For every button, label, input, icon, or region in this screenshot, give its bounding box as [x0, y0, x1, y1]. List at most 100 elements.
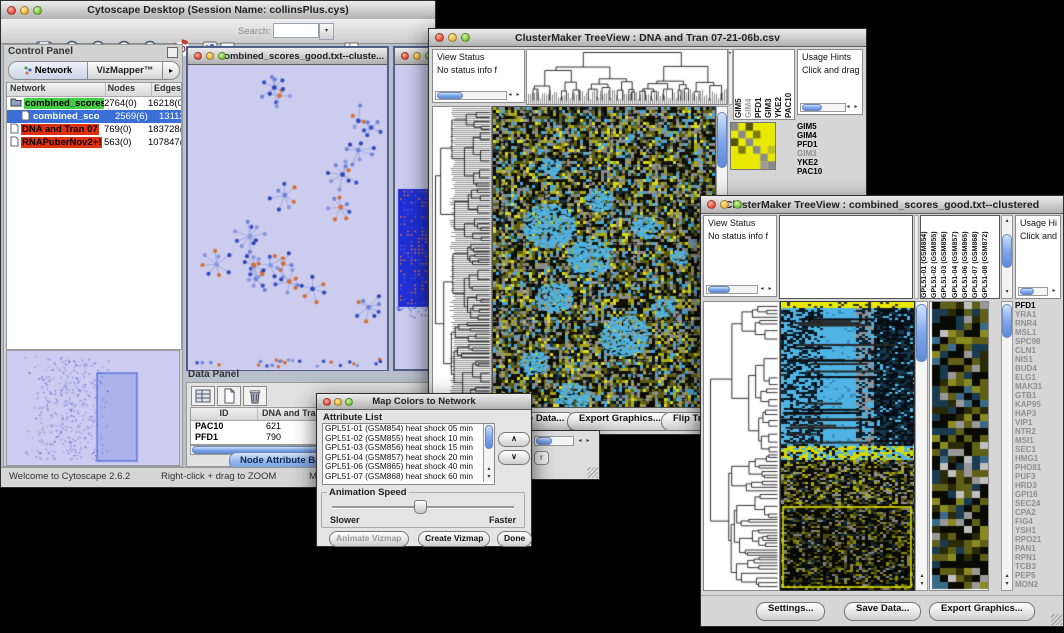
speed-slider-thumb[interactable] [414, 500, 427, 514]
column-dendrogram[interactable] [526, 49, 728, 105]
minimize-icon[interactable] [448, 33, 457, 42]
export-graphics-button[interactable]: Export Graphics... [929, 602, 1035, 621]
settings-button[interactable]: Settings... [756, 602, 825, 621]
scroll-down-icon[interactable]: ▾ [1003, 581, 1011, 588]
move-down-button[interactable]: ∨ [498, 450, 530, 465]
network-overview-thumbnail[interactable] [6, 350, 180, 466]
zoom-window-icon[interactable] [733, 200, 742, 209]
gene-list-scrollbar[interactable]: ▴ ▾ [1001, 301, 1013, 591]
attribute-list-item[interactable]: GPL51-07 (GSM868) heat shock 60 min [323, 472, 494, 482]
trash-icon[interactable] [243, 386, 267, 406]
usage-hints-scrollbar[interactable] [1018, 287, 1048, 296]
view-status-scrollbar[interactable] [706, 285, 758, 294]
scroll-left-icon[interactable]: ◂ [844, 104, 852, 111]
close-icon[interactable] [7, 6, 16, 15]
view-status-scrollbar[interactable] [435, 91, 507, 100]
tab-network-label: Network [35, 65, 72, 76]
close-icon[interactable] [323, 398, 331, 406]
move-up-button[interactable]: ∧ [498, 432, 530, 447]
network-canvas-2[interactable] [395, 65, 432, 370]
id-column-header[interactable]: ID [191, 408, 258, 420]
attribute-list[interactable]: GPL51-01 (GSM854) heat shock 05 minGPL51… [322, 423, 495, 485]
main-titlebar[interactable]: Cytoscape Desktop (Session Name: collins… [1, 1, 435, 20]
minimize-icon[interactable] [413, 52, 421, 60]
scroll-left-icon[interactable]: ◂ [758, 286, 766, 293]
col-network[interactable]: Network [7, 83, 106, 96]
scroll-right-icon[interactable]: ▸ [1050, 288, 1058, 295]
tab-overflow-button[interactable]: ▸ [163, 62, 179, 79]
minimize-icon[interactable] [334, 398, 342, 406]
resize-grip-icon[interactable] [587, 467, 598, 478]
network-canvas[interactable] [188, 65, 387, 370]
heatmap[interactable] [780, 301, 915, 591]
done-button[interactable]: Done [497, 531, 532, 547]
fragment-button[interactable]: r [534, 451, 549, 465]
gene-label: HAP3 [1015, 409, 1061, 418]
scroll-up-icon[interactable]: ▴ [485, 466, 493, 473]
gene-label: PAC10 [797, 167, 861, 176]
table-icon[interactable] [191, 386, 215, 406]
network-tree-row[interactable]: RNAPuberNov2+!563(0)107847(0) [7, 136, 181, 149]
zoom-window-icon[interactable] [461, 33, 470, 42]
gene-label: RNR4 [1015, 319, 1061, 328]
zoom-window-icon[interactable] [218, 52, 226, 60]
search-input[interactable] [273, 23, 319, 38]
edges-count: 13112(15) [159, 111, 182, 122]
column-labels-scrollbar[interactable]: ▴ ▾ [1001, 215, 1013, 299]
search-dropdown-icon[interactable]: ▾ [319, 23, 334, 40]
row-dendrogram[interactable] [703, 301, 780, 591]
control-panel-title: Control Panel [8, 46, 73, 57]
network-tree-row[interactable]: combined_sco2569(6)13112(15) [7, 110, 181, 123]
close-icon[interactable] [194, 52, 202, 60]
network-tree-row[interactable]: combined_scores2764(0)16218(0) [7, 97, 181, 110]
window-controls[interactable] [7, 1, 42, 19]
save-data-button[interactable]: Save Data... [844, 602, 921, 621]
network-name-cell[interactable]: DNA and Tran 07 [7, 123, 104, 137]
col-nodes[interactable]: Nodes [106, 83, 152, 96]
scroll-down-icon[interactable]: ▾ [485, 474, 493, 481]
heatmap-vscrollbar[interactable]: ▴ ▾ [915, 301, 928, 591]
scroll-right-icon[interactable]: ▸ [852, 104, 860, 111]
close-icon[interactable] [435, 33, 444, 42]
float-panel-icon[interactable] [167, 47, 178, 58]
scroll-right-icon[interactable]: ▸ [584, 438, 592, 445]
pan-strip[interactable] [914, 215, 919, 299]
row-dendrogram[interactable] [432, 106, 492, 408]
fragment-scrollbar[interactable] [534, 436, 574, 446]
new-document-icon[interactable] [217, 386, 241, 406]
attribute-list-scrollbar[interactable]: ▴ ▾ [483, 424, 494, 482]
tab-network[interactable]: Network [9, 62, 88, 79]
minimize-icon[interactable] [206, 52, 214, 60]
network-table-header[interactable]: Network Nodes Edges [7, 83, 181, 97]
zoom-heatmap[interactable] [929, 301, 989, 591]
minimize-icon[interactable] [720, 200, 729, 209]
minimize-icon[interactable] [20, 6, 29, 15]
view-status-text: No status info f [704, 229, 776, 242]
scroll-down-icon[interactable]: ▾ [1003, 289, 1011, 296]
network-tree-row[interactable]: DNA and Tran 07769(0)183728(0) [7, 123, 181, 136]
scroll-up-icon[interactable]: ▴ [1003, 573, 1011, 580]
close-icon[interactable] [401, 52, 409, 60]
create-vizmap-button[interactable]: Create Vizmap [418, 531, 490, 547]
tab-vizmapper[interactable]: VizMapper™ [88, 62, 163, 79]
scroll-up-icon[interactable]: ▴ [918, 573, 926, 580]
network-name-cell[interactable]: combined_sco [7, 110, 115, 124]
zoom-window-icon[interactable] [33, 6, 42, 15]
zoom-window-icon[interactable] [345, 398, 353, 406]
network-name-cell[interactable]: combined_scores [7, 97, 104, 110]
scroll-left-icon[interactable]: ◂ [506, 92, 514, 99]
cluster-thumbnail[interactable] [730, 122, 776, 170]
scroll-left-icon[interactable]: ◂ [576, 438, 584, 445]
animate-vizmap-button[interactable]: Animate Vizmap [329, 531, 409, 547]
scroll-right-icon[interactable]: ▸ [766, 286, 774, 293]
heatmap[interactable] [492, 106, 716, 408]
col-edges[interactable]: Edges [152, 83, 181, 96]
network-name-cell[interactable]: RNAPuberNov2+! [7, 136, 104, 150]
scroll-right-icon[interactable]: ▸ [514, 92, 522, 99]
scroll-up-icon[interactable]: ▴ [1003, 218, 1011, 225]
export-graphics-button[interactable]: Export Graphics... [567, 412, 673, 431]
scroll-down-icon[interactable]: ▾ [918, 581, 926, 588]
usage-hints-scrollbar[interactable] [800, 103, 846, 112]
close-icon[interactable] [707, 200, 716, 209]
resize-grip-icon[interactable] [1051, 614, 1062, 625]
